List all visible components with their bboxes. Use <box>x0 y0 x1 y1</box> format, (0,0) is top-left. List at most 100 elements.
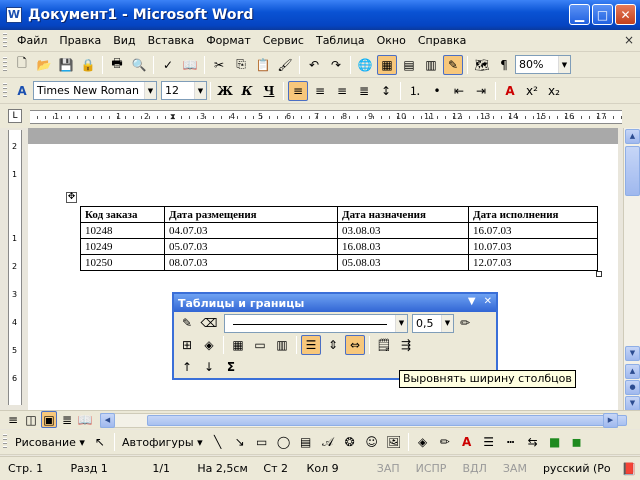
text-box-icon[interactable]: ▤ <box>296 432 316 452</box>
undo-icon[interactable]: ↶ <box>304 55 324 75</box>
scroll-right-icon[interactable]: ▶ <box>603 413 618 428</box>
diagram-icon[interactable]: ❂ <box>340 432 360 452</box>
text-direction-icon[interactable]: ⇶ <box>396 335 416 355</box>
show-hide-icon[interactable]: ¶ <box>494 55 514 75</box>
bullets-icon[interactable]: • <box>427 81 447 101</box>
table-cell[interactable]: 12.07.03 <box>468 254 598 271</box>
clip-art-icon[interactable]: ☺ <box>362 432 382 452</box>
numbering-icon[interactable]: ⒈ <box>405 81 425 101</box>
align-cell-icon[interactable]: ☰ <box>301 335 321 355</box>
paste-icon[interactable]: 📋 <box>253 55 273 75</box>
bold-button[interactable]: Ж <box>215 81 235 101</box>
reading-layout-icon[interactable]: 📖 <box>77 411 93 428</box>
menu-window[interactable]: Окно <box>371 34 412 47</box>
menu-tools[interactable]: Сервис <box>257 34 310 47</box>
line-icon[interactable]: ╲ <box>208 432 228 452</box>
research-icon[interactable]: 📖 <box>180 55 200 75</box>
vertical-scroll-thumb[interactable] <box>625 146 640 196</box>
table-cell[interactable]: 05.08.03 <box>337 254 469 271</box>
table-autoformat-icon[interactable]: 🗒 <box>374 335 394 355</box>
line-style-select[interactable]: ▼ <box>224 313 408 333</box>
rectangle-icon[interactable]: ▭ <box>252 432 272 452</box>
split-cells-icon[interactable]: ▥ <box>272 335 292 355</box>
toolbar-grip[interactable] <box>3 82 7 99</box>
document-map-icon[interactable]: 🗺 <box>472 55 492 75</box>
arrow-style-icon[interactable]: ⇆ <box>523 432 543 452</box>
table-cell[interactable]: 16.07.03 <box>468 222 598 239</box>
drawing-icon[interactable]: ✎ <box>443 54 463 75</box>
sort-descending-icon[interactable]: ↓ <box>199 357 219 377</box>
vertical-scrollbar[interactable]: ▲ ▼ ▲ ● ▼ <box>623 128 640 413</box>
word-app-icon[interactable]: W <box>6 7 22 23</box>
autosum-icon[interactable]: Σ <box>221 357 241 377</box>
draw-table-icon[interactable]: ✎ <box>177 313 197 333</box>
toolbar-grip[interactable] <box>3 56 7 73</box>
wordart-icon[interactable]: 𝒜 <box>318 432 338 452</box>
underline-button[interactable]: Ч <box>259 81 279 101</box>
open-folder-icon[interactable]: 📂 <box>34 55 54 75</box>
table-resize-handle[interactable] <box>596 271 602 277</box>
border-color-icon[interactable]: ✏ <box>455 313 475 333</box>
menu-edit[interactable]: Правка <box>53 34 107 47</box>
table-move-handle-icon[interactable]: ✥ <box>66 192 77 203</box>
table-cell[interactable]: 10250 <box>80 254 165 271</box>
status-rec[interactable]: ЗАП <box>369 462 408 475</box>
next-page-icon[interactable]: ▼ <box>625 396 640 411</box>
align-center-icon[interactable]: ≡ <box>310 81 330 101</box>
format-painter-icon[interactable]: 🖌 <box>275 55 295 75</box>
status-ovr[interactable]: ЗАМ <box>495 462 535 475</box>
fill-color-icon[interactable]: ◈ <box>413 432 433 452</box>
menu-help[interactable]: Справка <box>412 34 472 47</box>
menu-format[interactable]: Формат <box>200 34 257 47</box>
scroll-up-icon[interactable]: ▲ <box>625 129 640 144</box>
print-layout-icon[interactable]: ▣ <box>41 411 57 428</box>
styles-icon[interactable]: A <box>12 81 32 101</box>
font-name-select[interactable]: Times New Roman ▼ <box>33 81 157 100</box>
table-cell[interactable]: 16.08.03 <box>337 238 469 255</box>
oval-icon[interactable]: ◯ <box>274 432 294 452</box>
close-icon[interactable]: ✕ <box>484 296 492 307</box>
font-color-icon[interactable]: A <box>500 81 520 101</box>
outline-view-icon[interactable]: ≣ <box>59 411 75 428</box>
menu-grip[interactable] <box>3 32 7 49</box>
header-cell[interactable]: Код заказа <box>80 206 165 223</box>
insert-table-icon[interactable]: ▤ <box>399 55 419 75</box>
borders-icon[interactable]: ⊞ <box>177 335 197 355</box>
menu-view[interactable]: Вид <box>107 34 141 47</box>
hyperlink-icon[interactable]: 🌐 <box>355 55 375 75</box>
subscript-icon[interactable]: x₂ <box>544 81 564 101</box>
vertical-ruler[interactable]: 2 1 1 2 3 4 5 6 <box>8 130 22 405</box>
distribute-columns-icon[interactable]: ⇔ <box>345 335 365 355</box>
font-color-icon[interactable]: A <box>457 432 477 452</box>
line-spacing-icon[interactable]: ↕ <box>376 81 396 101</box>
toolbar-options-icon[interactable]: ▼ <box>468 296 476 307</box>
sort-ascending-icon[interactable]: ↑ <box>177 357 197 377</box>
insert-excel-icon[interactable]: ▥ <box>421 55 441 75</box>
dash-style-icon[interactable]: ┅ <box>501 432 521 452</box>
print-preview-icon[interactable]: 🔍 <box>129 55 149 75</box>
line-weight-select[interactable]: 0,5 ▼ <box>412 313 454 333</box>
table-cell[interactable]: 08.07.03 <box>164 254 338 271</box>
table-cell[interactable]: 10.07.03 <box>468 238 598 255</box>
previous-page-icon[interactable]: ▲ <box>625 364 640 379</box>
horizontal-ruler[interactable]: 1 1 2 ⧗ 3 4 5 6 7 8 9 10 11 12 13 14 15 … <box>30 110 622 124</box>
table-cell-active[interactable]: 04.07.03 <box>164 222 338 239</box>
maximize-button[interactable]: □ <box>592 4 613 25</box>
distribute-rows-icon[interactable]: ⇕ <box>323 335 343 355</box>
status-trk[interactable]: ИСПР <box>408 462 455 475</box>
zoom-select[interactable]: 80% ▼ <box>515 55 571 74</box>
permission-icon[interactable]: 🔒 <box>78 55 98 75</box>
shading-color-icon[interactable]: ◈ <box>199 335 219 355</box>
browse-object-icon[interactable]: ● <box>625 380 640 395</box>
cut-icon[interactable]: ✂ <box>209 55 229 75</box>
header-cell[interactable]: Дата назначения <box>337 206 469 223</box>
spelling-icon[interactable]: ✓ <box>158 55 178 75</box>
menu-table[interactable]: Таблица <box>310 34 371 47</box>
italic-button[interactable]: К <box>237 81 257 101</box>
table-cell[interactable]: 10249 <box>80 238 165 255</box>
align-left-icon[interactable]: ≡ <box>288 80 308 101</box>
decrease-indent-icon[interactable]: ⇤ <box>449 81 469 101</box>
line-style-icon[interactable]: ☰ <box>479 432 499 452</box>
picture-icon[interactable]: 🖼 <box>384 432 404 452</box>
horizontal-scroll-thumb[interactable] <box>147 415 627 426</box>
